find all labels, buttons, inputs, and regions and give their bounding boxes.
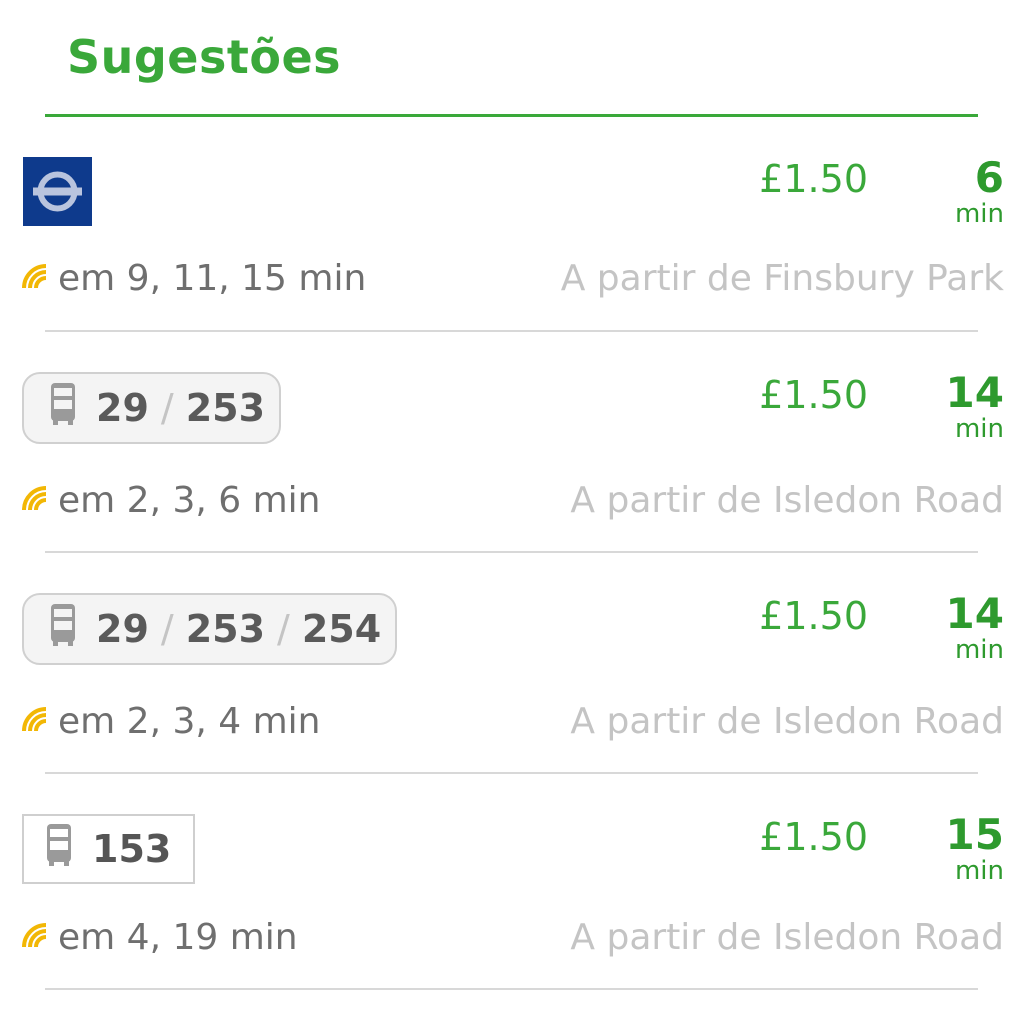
live-departures: em 4, 19 min <box>20 917 298 958</box>
eta: 15 min <box>945 810 1004 887</box>
bus-icon <box>50 382 76 435</box>
eta-unit: min <box>954 635 1004 665</box>
departure-stop: A partir de Finsbury Park <box>560 258 1004 299</box>
row-divider <box>45 988 978 990</box>
realtime-signal-icon <box>20 480 48 521</box>
departure-stop: A partir de Isledon Road <box>570 701 1004 742</box>
eta-value: 14 <box>945 368 1004 417</box>
bus-routes-chip: 29 / 253 / 254 <box>22 593 398 665</box>
realtime-signal-icon <box>20 701 48 742</box>
route-separator: / <box>277 607 290 651</box>
route-number: 153 <box>92 827 172 871</box>
fare-price: £1.50 <box>759 157 868 201</box>
realtime-signal-icon <box>20 917 48 958</box>
bus-icon <box>50 603 76 656</box>
live-departures-text: em 4, 19 min <box>58 917 298 958</box>
live-departures: em 2, 3, 6 min <box>20 480 320 521</box>
route-number: 29 <box>96 607 149 651</box>
eta: 14 min <box>945 368 1004 445</box>
bus-routes-chip: 29 / 253 <box>22 372 282 444</box>
bus-route-box: 153 <box>22 814 196 884</box>
route-number: 254 <box>301 607 382 651</box>
section-title: Sugestões <box>67 30 342 84</box>
route-separator: / <box>160 386 174 430</box>
fare-price: £1.50 <box>759 594 868 638</box>
bus-icon <box>46 823 72 876</box>
live-departures-text: em 9, 11, 15 min <box>58 258 367 299</box>
eta-value: 6 <box>974 153 1004 202</box>
route-number: 253 <box>185 607 266 651</box>
live-departures-text: em 2, 3, 6 min <box>58 480 321 521</box>
live-departures-text: em 2, 3, 4 min <box>58 701 321 742</box>
fare-price: £1.50 <box>759 373 868 417</box>
route-number: 29 <box>96 386 149 430</box>
eta-value: 14 <box>945 589 1004 638</box>
eta-unit: min <box>954 199 1004 229</box>
eta-unit: min <box>954 856 1004 886</box>
suggestion-row-tube[interactable] <box>45 116 978 332</box>
eta: 6 min <box>954 153 1004 230</box>
eta-unit: min <box>954 414 1004 444</box>
departure-stop: A partir de Isledon Road <box>570 917 1004 958</box>
eta-value: 15 <box>945 810 1004 859</box>
fare-price: £1.50 <box>759 815 868 859</box>
route-number: 253 <box>185 386 266 430</box>
eta: 14 min <box>945 589 1004 666</box>
live-departures: em 9, 11, 15 min <box>20 258 366 299</box>
underground-roundel-icon <box>23 157 92 226</box>
route-separator: / <box>160 607 174 651</box>
realtime-signal-icon <box>20 258 48 299</box>
live-departures: em 2, 3, 4 min <box>20 701 320 742</box>
departure-stop: A partir de Isledon Road <box>570 480 1004 521</box>
